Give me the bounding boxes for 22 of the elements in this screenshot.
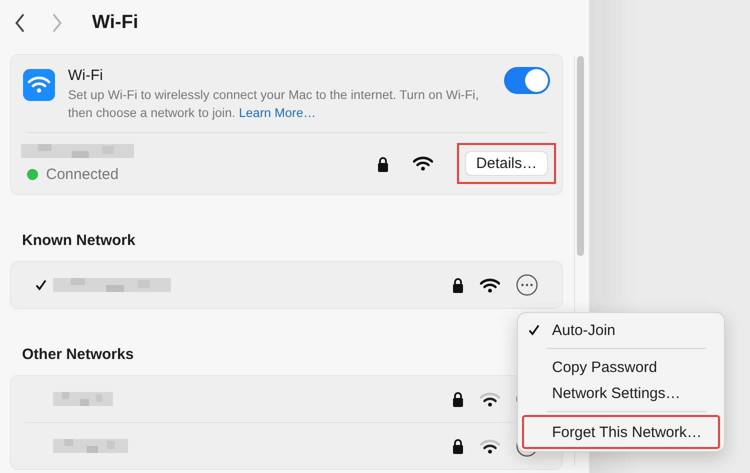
status-dot — [27, 169, 38, 180]
menu-item-label: Network Settings… — [552, 384, 680, 402]
wifi-description: Set up Wi-Fi to wirelessly connect your Mac to the internet. Turn on Wi-Fi, then choose a network to join. Learn More… — [68, 87, 480, 122]
menu-item[interactable]: Copy Password — [524, 354, 718, 380]
details-button[interactable]: Details… — [465, 151, 548, 176]
wifi-label: Wi-Fi — [68, 67, 104, 84]
wifi-toggle[interactable] — [504, 67, 550, 94]
learn-more-link[interactable]: Learn More… — [238, 106, 316, 120]
menu-item[interactable]: Forget This Network… — [524, 417, 718, 447]
wifi-app-icon — [23, 69, 55, 101]
more-options-icon[interactable] — [516, 274, 538, 296]
menu-item[interactable]: Network Settings… — [524, 380, 718, 406]
page-title: Wi-Fi — [92, 12, 138, 34]
blurred-network-name — [53, 392, 113, 406]
back-icon[interactable] — [15, 14, 25, 32]
menu-item-label: Forget This Network… — [552, 424, 702, 440]
menu-item-label: Copy Password — [552, 358, 658, 376]
menu-item[interactable]: Auto-Join — [524, 317, 718, 343]
menu-item-label: Auto-Join — [552, 322, 616, 338]
section-heading: Other Networks — [22, 346, 135, 363]
connection-status: Connected — [46, 166, 119, 183]
section-heading: Known Network — [22, 232, 136, 249]
